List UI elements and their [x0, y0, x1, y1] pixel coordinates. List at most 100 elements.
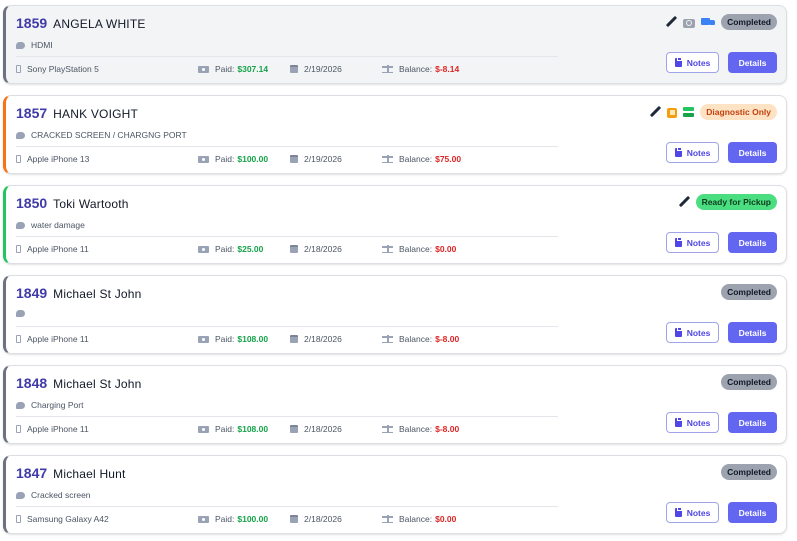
ticket-actions: Completed — [665, 14, 777, 30]
ticket-actions: Completed — [721, 284, 777, 300]
ticket-header: 1849 Michael St John — [16, 285, 142, 301]
notes-label: Notes — [686, 327, 711, 338]
paid-amount: $100.00 — [237, 514, 269, 524]
ticket-card[interactable]: 1850 Toki Wartooth water damage Apple iPhon… — [3, 185, 787, 264]
divider — [16, 146, 558, 147]
paid-info: Paid: $25.00 — [198, 244, 263, 254]
notes-button[interactable]: Notes — [666, 52, 719, 73]
notes-button[interactable]: Notes — [666, 322, 719, 343]
clipboard-icon — [674, 147, 682, 157]
paid-label: Paid: — [215, 424, 235, 434]
details-button[interactable]: Details — [728, 232, 777, 253]
ticket-card[interactable]: 1848 Michael St John Charging Port Apple iP… — [3, 365, 787, 444]
issue-text: Cracked screen — [31, 490, 91, 500]
status-badge: Completed — [721, 464, 777, 480]
paid-label: Paid: — [215, 514, 235, 524]
ticket-header: 1859 ANGELA WHITE — [16, 15, 146, 31]
ticket-actions: Diagnostic Only — [649, 104, 777, 120]
notes-button[interactable]: Notes — [666, 502, 719, 523]
device-info: Apple iPhone 13 — [16, 154, 89, 164]
date-info: 2/19/2026 — [290, 154, 342, 164]
notes-label: Notes — [686, 237, 711, 248]
notes-label: Notes — [686, 57, 711, 68]
paid-info: Paid: $100.00 — [198, 154, 268, 164]
calendar-icon — [290, 335, 298, 343]
clipboard-icon — [674, 417, 682, 427]
divider — [16, 416, 558, 417]
issue-line: Charging Port — [16, 400, 83, 410]
phone-icon — [16, 515, 21, 523]
calendar-icon — [290, 155, 298, 163]
details-button[interactable]: Details — [728, 142, 777, 163]
ticket-card[interactable]: 1847 Michael Hunt Cracked screen Samsung Ga… — [3, 455, 787, 534]
clipboard-icon — [674, 57, 682, 67]
ticket-date: 2/18/2026 — [304, 334, 342, 344]
balance-label: Balance: — [399, 514, 433, 524]
ticket-date: 2/19/2026 — [304, 64, 342, 74]
clipboard-icon — [674, 237, 682, 247]
ticket-actions: Completed — [721, 464, 777, 480]
scale-icon — [382, 425, 393, 433]
ticket-number[interactable]: 1857 — [16, 105, 47, 121]
balance-label: Balance: — [399, 64, 433, 74]
status-badge: Ready for Pickup — [695, 194, 777, 210]
comment-icon — [16, 491, 25, 499]
scale-icon — [382, 515, 393, 523]
scale-icon — [382, 155, 393, 163]
date-info: 2/18/2026 — [290, 244, 342, 254]
paid-info: Paid: $108.00 — [198, 334, 268, 344]
balance-amount: $-8.00 — [435, 424, 460, 434]
ticket-card[interactable]: 1857 HANK VOIGHT CRACKED SCREEN / CHARGNG … — [3, 95, 787, 174]
comment-icon — [16, 131, 25, 139]
device-info: Sony PlayStation 5 — [16, 64, 99, 74]
ticket-number[interactable]: 1847 — [16, 465, 47, 481]
divider — [16, 326, 558, 327]
notes-label: Notes — [686, 147, 711, 158]
notes-button[interactable]: Notes — [666, 412, 719, 433]
phone-icon — [16, 425, 21, 433]
status-badge: Completed — [721, 14, 777, 30]
paid-info: Paid: $100.00 — [198, 514, 268, 524]
status-badge: Completed — [721, 284, 777, 300]
balance-label: Balance: — [399, 244, 433, 254]
ticket-list: 1859 ANGELA WHITE HDMI Sony PlayStation 5 Pa… — [3, 5, 787, 541]
ticket-header: 1857 HANK VOIGHT — [16, 105, 138, 121]
pencil-icon[interactable] — [665, 16, 677, 28]
notes-button[interactable]: Notes — [666, 142, 719, 163]
balance-amount: $-8.00 — [435, 334, 460, 344]
ticket-number[interactable]: 1850 — [16, 195, 47, 211]
paid-amount: $100.00 — [237, 154, 269, 164]
balance-info: Balance: $0.00 — [382, 244, 456, 254]
customer-name: ANGELA WHITE — [53, 17, 146, 31]
ticket-number[interactable]: 1849 — [16, 285, 47, 301]
balance-info: Balance: $0.00 — [382, 514, 456, 524]
details-button[interactable]: Details — [728, 52, 777, 73]
paid-label: Paid: — [215, 244, 235, 254]
device-name: Samsung Galaxy A42 — [27, 514, 109, 524]
ticket-card[interactable]: 1849 Michael St John Apple iPhone 11 Paid: $… — [3, 275, 787, 354]
calendar-icon — [290, 65, 298, 73]
issue-text: Charging Port — [31, 400, 84, 410]
notes-button[interactable]: Notes — [666, 232, 719, 253]
pencil-icon[interactable] — [678, 196, 690, 208]
ticket-actions: Completed — [721, 374, 777, 390]
details-button[interactable]: Details — [728, 502, 777, 523]
device-info: Apple iPhone 11 — [16, 244, 89, 254]
paid-info: Paid: $307.14 — [198, 64, 268, 74]
ticket-number[interactable]: 1859 — [16, 15, 47, 31]
ticket-actions: Ready for Pickup — [678, 194, 777, 210]
comment-icon — [16, 41, 25, 49]
ticket-card[interactable]: 1859 ANGELA WHITE HDMI Sony PlayStation 5 Pa… — [3, 5, 787, 84]
ticket-number[interactable]: 1848 — [16, 375, 47, 391]
balance-amount: $0.00 — [435, 244, 457, 254]
balance-label: Balance: — [399, 334, 433, 344]
details-button[interactable]: Details — [728, 412, 777, 433]
details-button[interactable]: Details — [728, 322, 777, 343]
pencil-icon[interactable] — [649, 106, 661, 118]
ticket-date: 2/18/2026 — [304, 514, 342, 524]
cash-icon — [198, 245, 209, 253]
customer-name: Michael St John — [53, 287, 142, 301]
customer-name: Michael Hunt — [53, 467, 126, 481]
truck-icon — [701, 16, 716, 28]
device-info: Samsung Galaxy A42 — [16, 514, 109, 524]
